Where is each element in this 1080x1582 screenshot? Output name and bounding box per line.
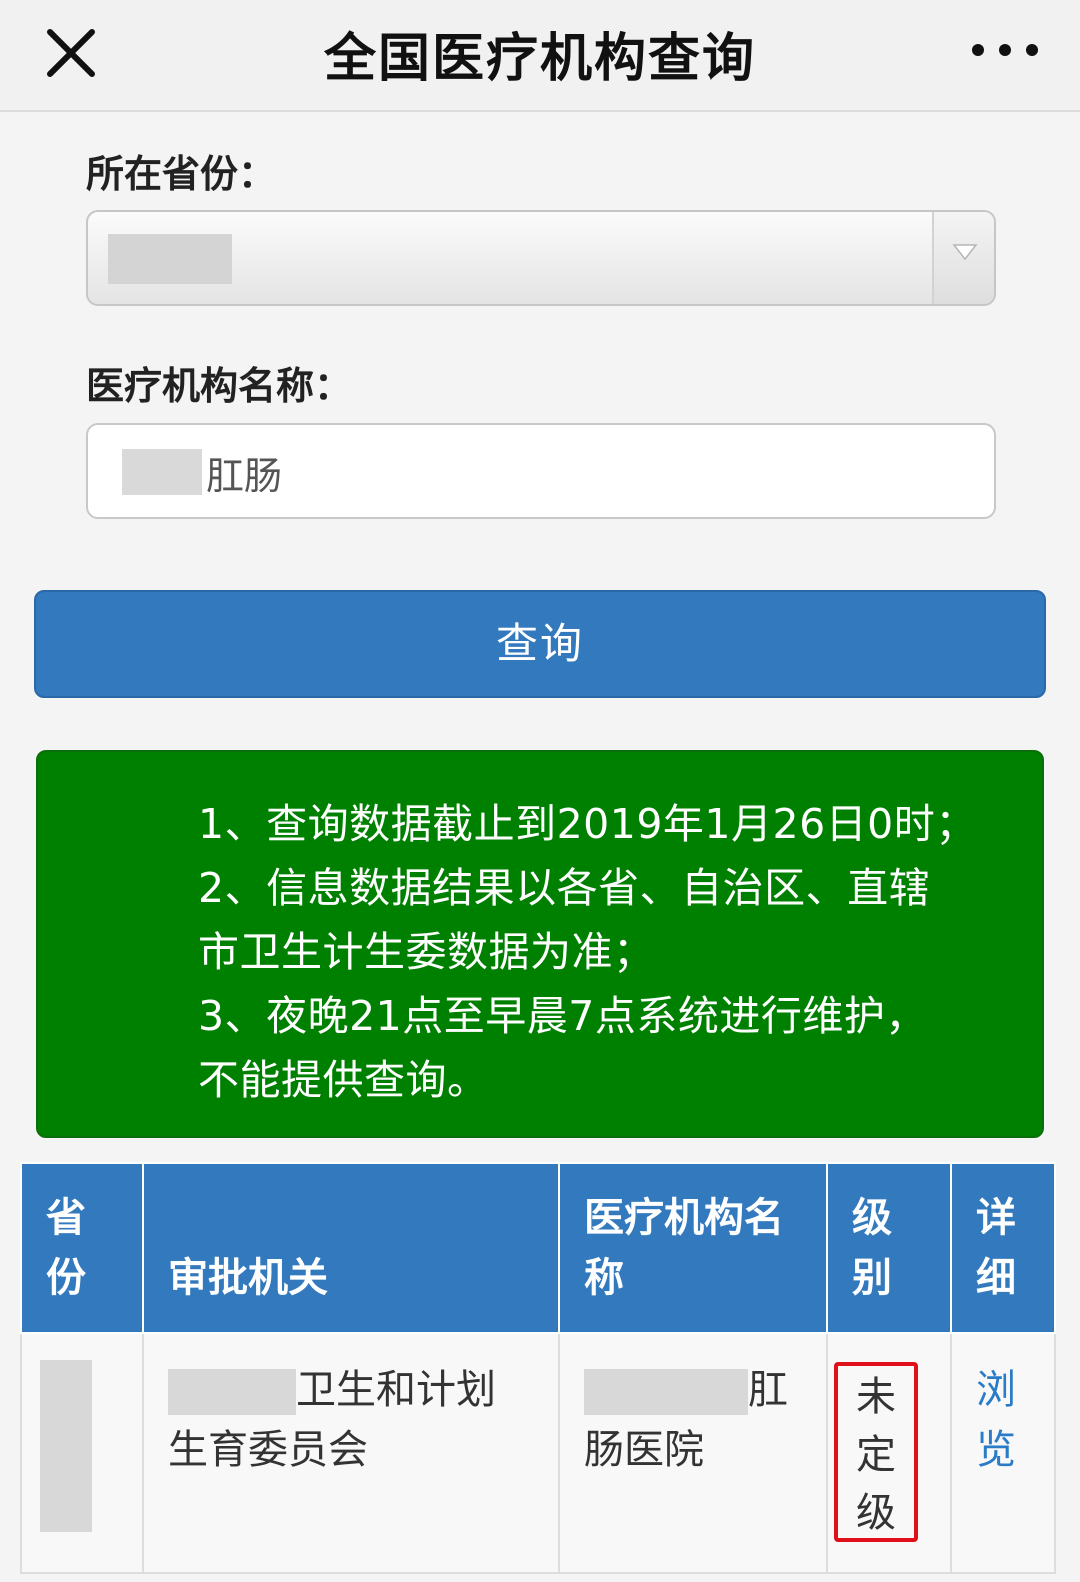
results-table: 省 份 审批机关 医疗机构名 称 级 别 详 细 卫生和计划 生育委员会 肛 肠… <box>20 1162 1056 1574</box>
table-row: 卫生和计划 生育委员会 肛 肠医院 未 定 级 浏 览 <box>20 1332 1056 1574</box>
browse-link-text: 浏 <box>976 1367 1016 1413</box>
institution-name-value: 肛肠 <box>206 454 283 498</box>
header-text: 省 <box>46 1195 86 1241</box>
header-province: 省 份 <box>20 1162 144 1334</box>
header-institution-name: 医疗机构名 称 <box>558 1162 828 1334</box>
level-highlight-box: 未 定 级 <box>834 1362 918 1542</box>
institution-name-input[interactable]: 肛肠 <box>86 423 996 519</box>
header-text: 审批机关 <box>168 1255 328 1301</box>
cell-detail: 浏 览 <box>950 1332 1056 1574</box>
header-text: 称 <box>584 1255 624 1301</box>
header-detail: 详 细 <box>950 1162 1056 1334</box>
redacted-text <box>40 1360 92 1532</box>
cell-institution: 肛 肠医院 <box>558 1332 828 1574</box>
notice-line: 3、夜晚21点至早晨7点系统进行维护， <box>198 992 927 1040</box>
redacted-text <box>168 1369 296 1415</box>
authority-text: 卫生和计划 <box>296 1367 496 1413</box>
notice-line: 不能提供查询。 <box>198 1056 489 1104</box>
query-button[interactable]: 查询 <box>34 590 1046 698</box>
province-label: 所在省份： <box>86 152 277 196</box>
institution-text: 肛 <box>748 1367 788 1413</box>
more-dots-icon[interactable] <box>968 22 1042 78</box>
chevron-down-icon[interactable] <box>932 212 994 304</box>
nav-bar: 全国医疗机构查询 <box>0 0 1080 112</box>
header-text: 份 <box>46 1255 86 1301</box>
browse-link[interactable]: 浏 览 <box>976 1367 1016 1473</box>
header-text: 级 <box>852 1195 892 1241</box>
redacted-text <box>584 1369 748 1415</box>
notice-line: 2、信息数据结果以各省、自治区、直辖 <box>198 864 931 912</box>
header-authority: 审批机关 <box>142 1162 560 1334</box>
header-text: 医疗机构名 <box>584 1195 784 1241</box>
header-text: 别 <box>852 1255 892 1301</box>
header-text: 详 <box>976 1195 1016 1241</box>
level-text: 级 <box>856 1490 896 1536</box>
notice-line: 1、查询数据截止到2019年1月26日0时； <box>198 800 977 848</box>
cell-authority: 卫生和计划 生育委员会 <box>142 1332 560 1574</box>
notice-box: 1、查询数据截止到2019年1月26日0时； 2、信息数据结果以各省、自治区、直… <box>36 750 1044 1138</box>
level-text: 未 <box>856 1374 896 1420</box>
institution-name-label: 医疗机构名称： <box>86 364 353 408</box>
page-title: 全国医疗机构查询 <box>323 29 756 89</box>
cell-province <box>20 1332 144 1574</box>
cell-level: 未 定 级 <box>826 1332 952 1574</box>
header-text: 细 <box>976 1255 1016 1301</box>
browse-link-text: 览 <box>976 1427 1016 1473</box>
province-select-value <box>108 234 232 284</box>
redacted-text <box>122 449 202 495</box>
header-level: 级 别 <box>826 1162 952 1334</box>
level-text: 定 <box>856 1432 896 1478</box>
province-select[interactable] <box>86 210 996 306</box>
institution-text: 肠医院 <box>584 1427 704 1473</box>
table-header-row: 省 份 审批机关 医疗机构名 称 级 别 详 细 <box>20 1162 1056 1334</box>
notice-line: 市卫生计生委数据为准； <box>198 928 655 976</box>
authority-text: 生育委员会 <box>168 1427 368 1473</box>
